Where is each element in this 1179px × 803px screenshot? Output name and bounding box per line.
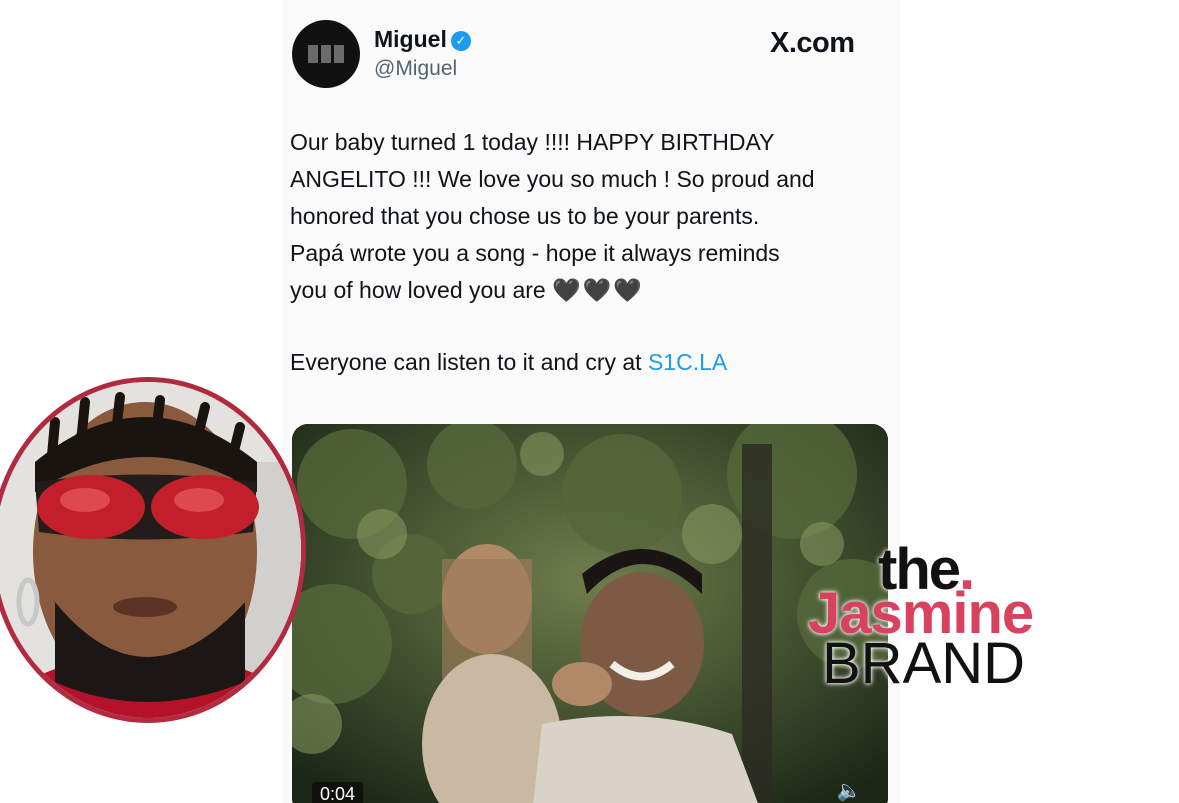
tweet-line-4: Papá wrote you a song - hope it always r… — [290, 240, 780, 266]
watermark-brand: BRAND — [822, 631, 1026, 696]
profile-avatar[interactable] — [292, 20, 360, 88]
brand-watermark: the. Jasmine BRAND — [808, 540, 1088, 700]
tweet-line-2: ANGELITO !!! We love you so much ! So pr… — [290, 166, 815, 192]
display-name-text: Miguel — [374, 26, 447, 52]
site-label: X.com — [770, 27, 855, 59]
tweet-link[interactable]: S1C.LA — [648, 349, 727, 375]
video-timestamp: 0:04 — [312, 782, 364, 803]
user-handle[interactable]: @Miguel — [374, 57, 457, 81]
video-player[interactable]: 0:04 🔈 — [292, 424, 888, 803]
inset-portrait — [0, 377, 306, 723]
tweet-second-paragraph: Everyone can listen to it and cry at S1C… — [290, 344, 890, 381]
tweet-second-paragraph-text: Everyone can listen to it and cry at — [290, 349, 648, 375]
black-heart-icons: 🖤🖤🖤 — [552, 277, 645, 303]
video-frame — [292, 424, 888, 803]
speaker-icon[interactable]: 🔈 — [832, 776, 866, 803]
verified-badge-icon: ✓ — [450, 31, 471, 51]
screenshot-stage: Miguel ✓ @Miguel X.com Our baby turned 1 … — [0, 0, 1179, 803]
tweet-line-3: honored that you chose us to be your par… — [290, 203, 760, 229]
avatar-logo-icon — [308, 45, 344, 63]
tweet-line-5: you of how loved you are 🖤🖤🖤 — [290, 272, 890, 309]
portrait-photo — [0, 382, 301, 718]
tweet-header: Miguel ✓ @Miguel X.com — [292, 20, 892, 90]
tweet-body: Our baby turned 1 today !!!! HAPPY BIRTH… — [290, 124, 890, 381]
tweet-line-5-text: you of how loved you are — [290, 277, 546, 303]
tweet-line-1: Our baby turned 1 today !!!! HAPPY BIRTH… — [290, 129, 775, 155]
display-name[interactable]: Miguel ✓ — [374, 26, 471, 53]
